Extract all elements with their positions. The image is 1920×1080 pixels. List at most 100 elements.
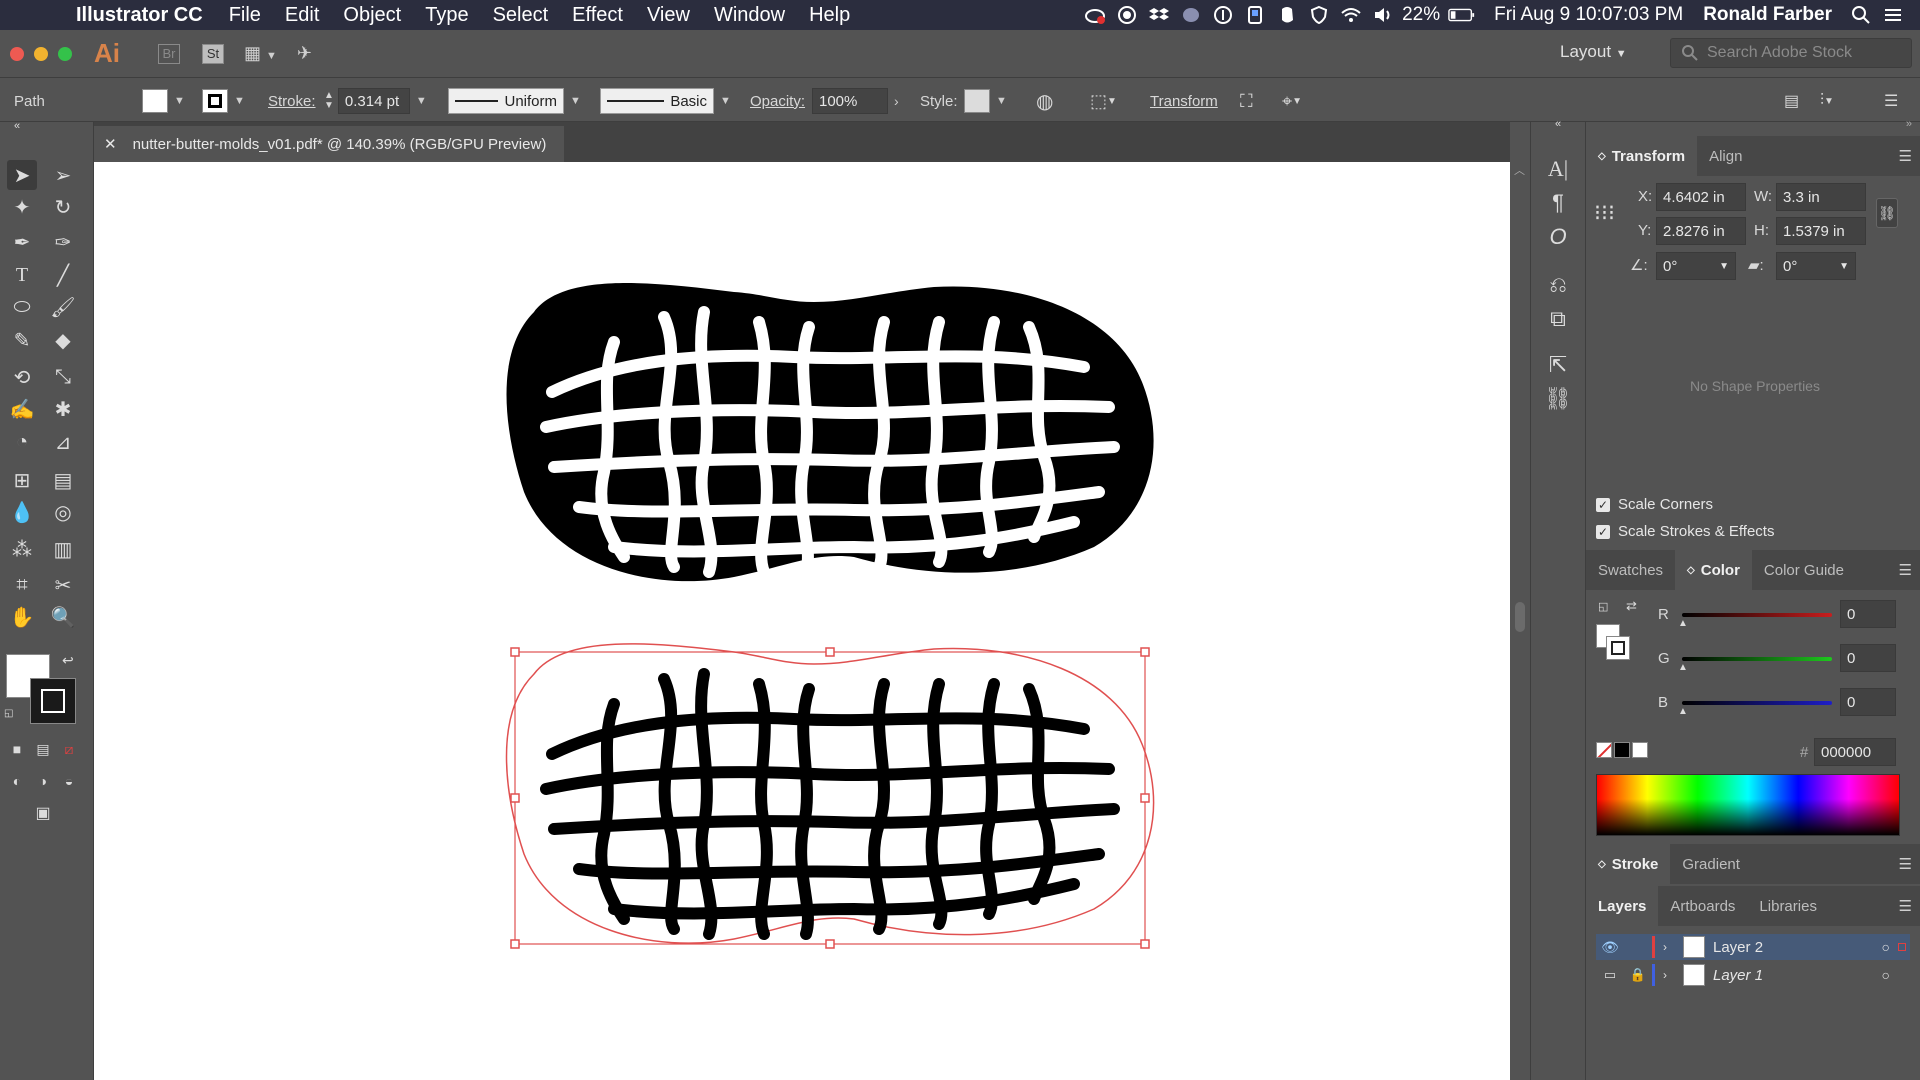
- links-panel-icon[interactable]: ⛓: [1543, 384, 1573, 414]
- cookie-top-shape[interactable]: [506, 283, 1154, 582]
- eraser-tool-icon[interactable]: ◆: [48, 325, 78, 355]
- zoom-window-button[interactable]: [58, 46, 72, 61]
- rotate-input[interactable]: 0° ▼: [1656, 252, 1736, 280]
- fill-stroke-widget[interactable]: ↩ ◱: [4, 652, 84, 724]
- expand-layer-icon[interactable]: ›: [1663, 940, 1679, 954]
- artboard-tool-icon[interactable]: ⌗: [7, 570, 37, 600]
- style-swatch[interactable]: [964, 89, 990, 113]
- handle-bottom-left[interactable]: [510, 939, 520, 949]
- target-circle-icon[interactable]: ○: [1882, 967, 1890, 983]
- display-icon[interactable]: [1242, 4, 1268, 26]
- selection-tool-icon[interactable]: ➤: [7, 160, 37, 190]
- clock[interactable]: Fri Aug 9 10:07:03 PM: [1494, 4, 1683, 26]
- export-asset-icon[interactable]: ⇱: [1543, 350, 1573, 380]
- handle-top-right[interactable]: [1140, 647, 1150, 657]
- b-slider-thumb[interactable]: ▲: [1678, 706, 1688, 717]
- lasso-tool-icon[interactable]: ↻: [48, 192, 78, 222]
- handle-bottom-right[interactable]: [1140, 939, 1150, 949]
- rotate-tool-icon[interactable]: ⟲: [7, 362, 37, 392]
- h-input[interactable]: 1.5379 in: [1776, 217, 1866, 245]
- stroke-weight-input[interactable]: 0.314 pt: [337, 88, 410, 114]
- vertical-scrollbar[interactable]: ︿: [1510, 162, 1530, 1080]
- tab-artboards[interactable]: Artboards: [1658, 886, 1747, 926]
- fill-swatch[interactable]: [142, 89, 168, 113]
- g-slider[interactable]: [1682, 657, 1832, 661]
- color-spectrum[interactable]: [1596, 774, 1900, 836]
- search-adobe-stock-input[interactable]: Search Adobe Stock: [1670, 38, 1912, 68]
- handle-bottom-center[interactable]: [825, 939, 835, 949]
- scale-corners-checkbox[interactable]: ✓ Scale Corners: [1596, 496, 1713, 513]
- creative-cloud-icon[interactable]: [1082, 4, 1108, 26]
- menu-edit[interactable]: Edit: [273, 4, 331, 27]
- tab-layers[interactable]: Layers: [1586, 886, 1659, 926]
- artwork[interactable]: [94, 162, 1510, 1080]
- expand-layer-icon[interactable]: ›: [1663, 968, 1679, 982]
- r-input[interactable]: 0: [1840, 600, 1896, 628]
- elephant-icon[interactable]: [1178, 4, 1204, 26]
- tab-color[interactable]: ◇ Color: [1675, 550, 1752, 590]
- volume-icon[interactable]: [1370, 4, 1396, 26]
- battery-icon[interactable]: [1446, 4, 1478, 26]
- pen-tool-icon[interactable]: ✒: [7, 227, 37, 257]
- shield-icon[interactable]: [1306, 4, 1332, 26]
- handle-middle-right[interactable]: [1140, 793, 1150, 803]
- dropbox-icon[interactable]: [1146, 4, 1172, 26]
- none-mode-icon[interactable]: ⧄: [54, 734, 84, 764]
- gradient-tool-icon[interactable]: ▤: [48, 465, 78, 495]
- close-window-button[interactable]: [10, 46, 24, 61]
- layer-name[interactable]: Layer 1: [1713, 967, 1763, 984]
- shape-builder-tool-icon[interactable]: ◔: [7, 427, 37, 457]
- graphic-style-dropdown[interactable]: ▼: [964, 88, 1007, 114]
- b-input[interactable]: 0: [1840, 688, 1896, 716]
- stroke-swatch[interactable]: [202, 89, 228, 113]
- control-menu-icon[interactable]: ☰: [1884, 88, 1898, 114]
- chevron-down-icon[interactable]: ▼: [416, 95, 427, 107]
- distribute-icon[interactable]: ⫶ ▼: [1820, 88, 1834, 114]
- minimize-window-button[interactable]: [34, 46, 48, 61]
- symbols-panel-icon[interactable]: ⧉: [1543, 304, 1573, 334]
- constrain-proportions-icon[interactable]: ⛓: [1876, 198, 1898, 228]
- default-fill-stroke-icon[interactable]: ◱: [4, 708, 13, 719]
- menu-type[interactable]: Type: [413, 4, 480, 27]
- eyedropper-tool-icon[interactable]: 💧: [7, 497, 37, 527]
- white-swatch[interactable]: [1632, 742, 1648, 758]
- type-tool-icon[interactable]: T: [7, 260, 37, 290]
- b-slider[interactable]: [1682, 701, 1832, 705]
- y-input[interactable]: 2.8276 in: [1656, 217, 1746, 245]
- tab-align[interactable]: Align: [1697, 136, 1754, 176]
- menu-view[interactable]: View: [635, 4, 702, 27]
- swap-fill-stroke-icon[interactable]: ↩: [62, 652, 74, 669]
- line-segment-tool-icon[interactable]: ╱: [48, 260, 78, 290]
- panel-stroke-swatch[interactable]: [1606, 636, 1630, 660]
- transform-button[interactable]: Transform: [1150, 88, 1218, 114]
- stroke-color-swatch[interactable]: [30, 678, 76, 724]
- chevron-down-icon[interactable]: ▼: [1839, 261, 1849, 272]
- warp-tool-icon[interactable]: ✍: [7, 394, 37, 424]
- isolate-object-icon[interactable]: ⛶: [1240, 88, 1253, 114]
- opacity-field[interactable]: 100% ›: [812, 88, 899, 114]
- paintbrush-tool-icon[interactable]: 🖌: [48, 292, 78, 322]
- blend-tool-icon[interactable]: ◎: [48, 497, 78, 527]
- close-document-icon[interactable]: ✕: [104, 135, 117, 153]
- handle-top-left[interactable]: [510, 647, 520, 657]
- user-name[interactable]: Ronald Farber: [1703, 4, 1832, 26]
- default-colors-icon[interactable]: ◱: [1598, 600, 1608, 613]
- magic-wand-tool-icon[interactable]: ✦: [7, 192, 37, 222]
- artboard-canvas[interactable]: [94, 162, 1510, 1080]
- mesh-tool-icon[interactable]: ⊞: [7, 465, 37, 495]
- black-swatch[interactable]: [1614, 742, 1630, 758]
- r-slider-thumb[interactable]: ▲: [1678, 618, 1688, 629]
- g-slider-thumb[interactable]: ▲: [1678, 662, 1688, 673]
- document-tab[interactable]: ✕ nutter-butter-molds_v01.pdf* @ 140.39%…: [94, 126, 564, 162]
- menu-app-name[interactable]: Illustrator CC: [64, 4, 217, 27]
- direct-selection-tool-icon[interactable]: ➢: [48, 160, 78, 190]
- menu-window[interactable]: Window: [702, 4, 797, 27]
- fill-color-dropdown[interactable]: ▼: [142, 88, 185, 114]
- lock-icon[interactable]: 🔒: [1624, 967, 1652, 983]
- tab-transform[interactable]: ◇ Transform: [1586, 136, 1698, 176]
- stroke-color-dropdown[interactable]: ▼: [202, 88, 245, 114]
- panel-menu-icon[interactable]: ☰: [1899, 897, 1912, 915]
- handle-middle-left[interactable]: [510, 793, 520, 803]
- reference-point-icon[interactable]: ⁝⁝⁝: [1594, 200, 1615, 226]
- notification-center-icon[interactable]: [1880, 4, 1906, 26]
